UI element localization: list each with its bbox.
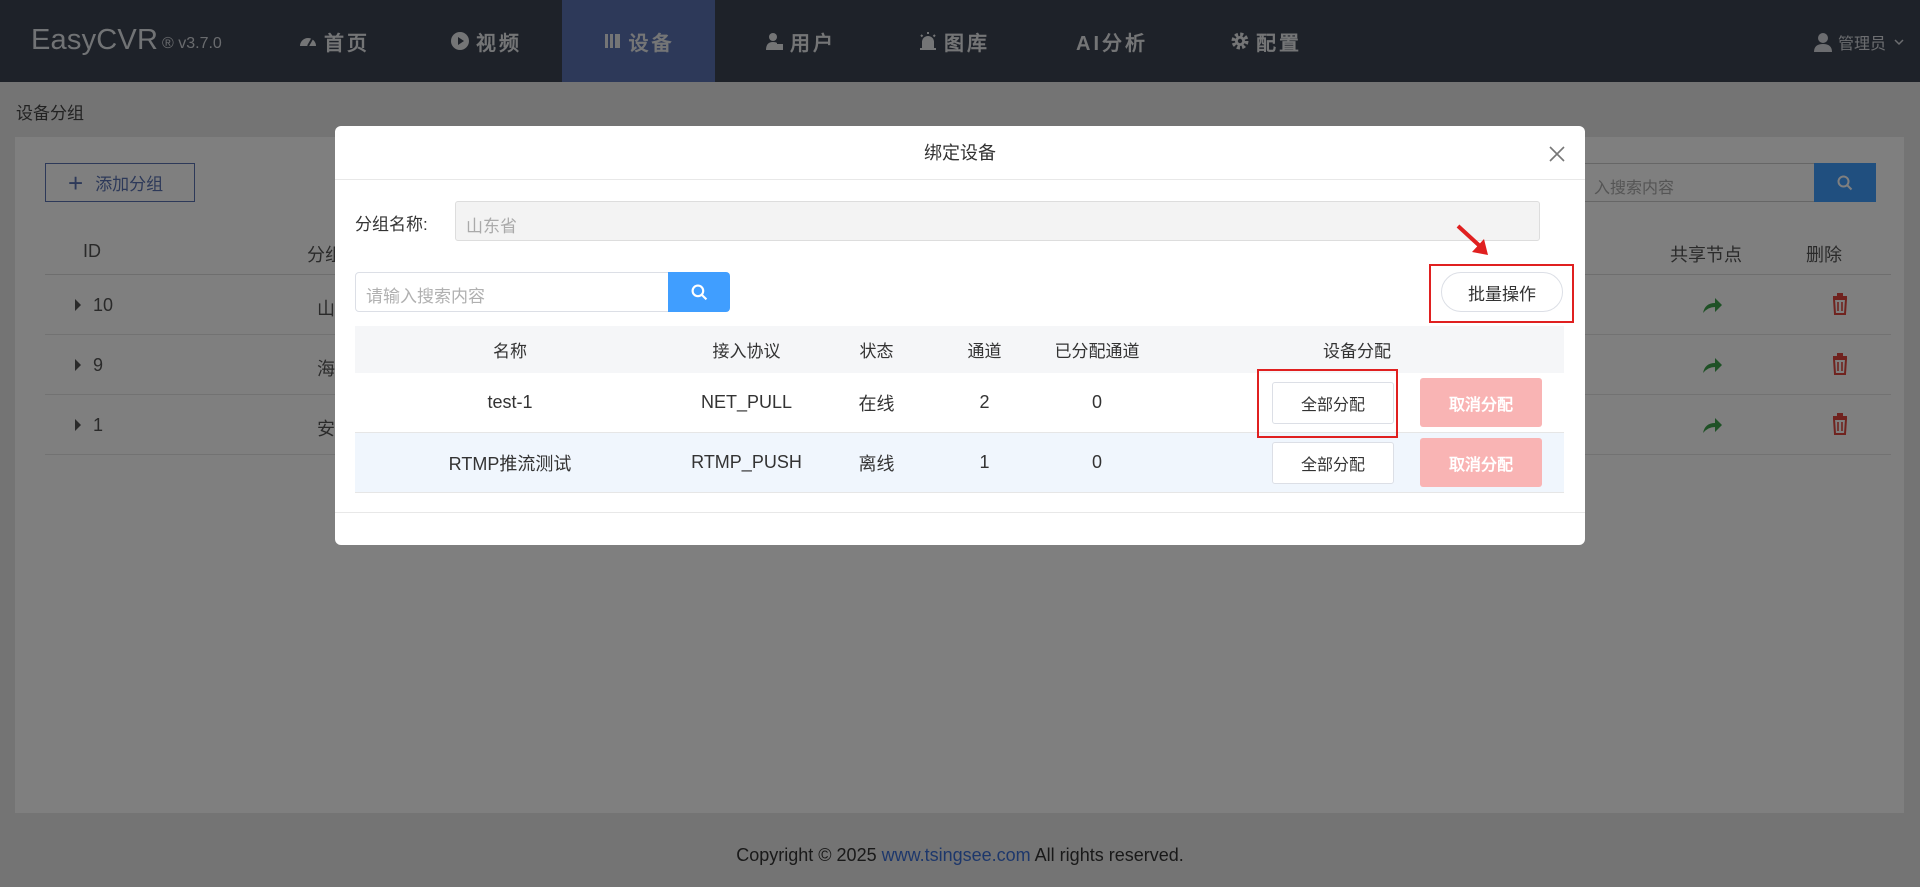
device-channels: 1 (979, 452, 990, 472)
device-protocol: NET_PULL (700, 392, 793, 412)
col-assigned: 已分配通道 (1054, 342, 1140, 361)
device-protocol: RTMP_PUSH (691, 452, 802, 472)
device-name: RTMP推流测试 (448, 453, 572, 474)
device-status: 离线 (858, 453, 895, 474)
assign-all-button[interactable]: 全部分配 (1272, 442, 1394, 484)
col-protocol: 接入协议 (712, 342, 781, 361)
search-icon (691, 284, 707, 300)
col-channels: 通道 (967, 342, 1002, 361)
device-status: 在线 (858, 393, 895, 414)
group-name-field: 山东省 (455, 201, 1540, 241)
device-search-button[interactable] (668, 272, 730, 312)
device-search-input[interactable]: 请输入搜索内容 (355, 272, 669, 312)
highlight-box (1429, 264, 1574, 323)
dialog-title: 绑定设备 (335, 126, 1585, 180)
col-status: 状态 (859, 342, 894, 361)
table-row: RTMP推流测试 RTMP_PUSH 离线 1 0 全部分配 取消分配 (355, 433, 1564, 493)
red-arrow-annotation (1456, 224, 1488, 255)
group-name-label: 分组名称: (355, 215, 428, 234)
col-name: 名称 (493, 342, 527, 361)
device-name: test-1 (487, 392, 533, 412)
dialog-footer (335, 512, 1585, 513)
close-icon[interactable] (1547, 144, 1567, 164)
device-assigned: 0 (1091, 392, 1102, 412)
highlight-box (1257, 369, 1398, 438)
cancel-assign-button[interactable]: 取消分配 (1420, 378, 1542, 427)
cancel-assign-button[interactable]: 取消分配 (1420, 438, 1542, 487)
device-table-header: 名称 接入协议 状态 通道 已分配通道 设备分配 (355, 326, 1564, 373)
col-allocation: 设备分配 (1323, 342, 1391, 361)
device-channels: 2 (979, 392, 990, 412)
bind-device-dialog: 绑定设备 分组名称: 山东省 请输入搜索内容 批量操作 名称 接入协议 状态 通… (335, 126, 1585, 545)
device-assigned: 0 (1091, 452, 1102, 472)
